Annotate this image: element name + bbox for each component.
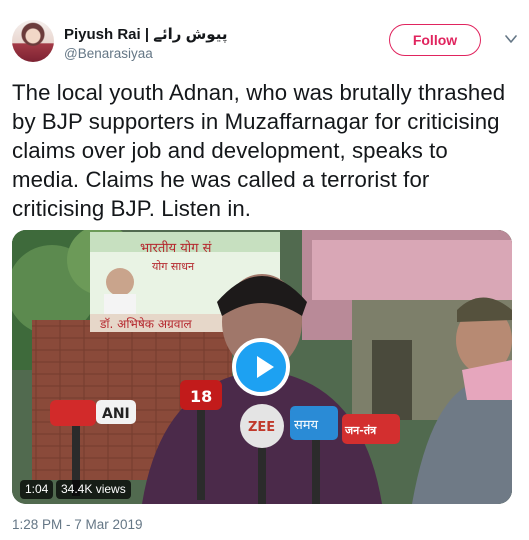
video-player[interactable]: भारतीय योग सं योग साधन डॉ. अभिषेक अग्रवा… (12, 230, 512, 504)
tweet-text: The local youth Adnan, who was brutally … (12, 80, 506, 221)
banner-line-1: भारतीय योग सं (140, 240, 212, 256)
mic-label-ani: ANI (102, 406, 130, 422)
mic-label-jantantra: जन-तंत्र (344, 424, 377, 437)
video-views: 34.4K views (56, 480, 131, 499)
tweet-header: Piyush Rai | پیوش رائے @Benarasiyaa Foll… (12, 12, 517, 68)
mic-label-samay: समय (294, 418, 319, 433)
banner-line-3: डॉ. अभिषेक अग्रवाल (99, 317, 193, 331)
banner-line-2: योग साधन (152, 260, 195, 273)
chevron-down-icon[interactable] (504, 32, 518, 46)
mic-label-18: 18 (190, 387, 212, 406)
follow-button[interactable]: Follow (389, 24, 481, 56)
author-handle[interactable]: @Benarasiyaa (64, 46, 153, 61)
video-duration: 1:04 (20, 480, 54, 499)
tweet-timestamp[interactable]: 1:28 PM - 7 Mar 2019 (12, 517, 143, 532)
play-icon[interactable] (232, 338, 290, 396)
author-name[interactable]: Piyush Rai | پیوش رائے (64, 25, 227, 43)
mic-label-zee: ZEE (248, 420, 275, 435)
avatar[interactable] (12, 20, 54, 62)
